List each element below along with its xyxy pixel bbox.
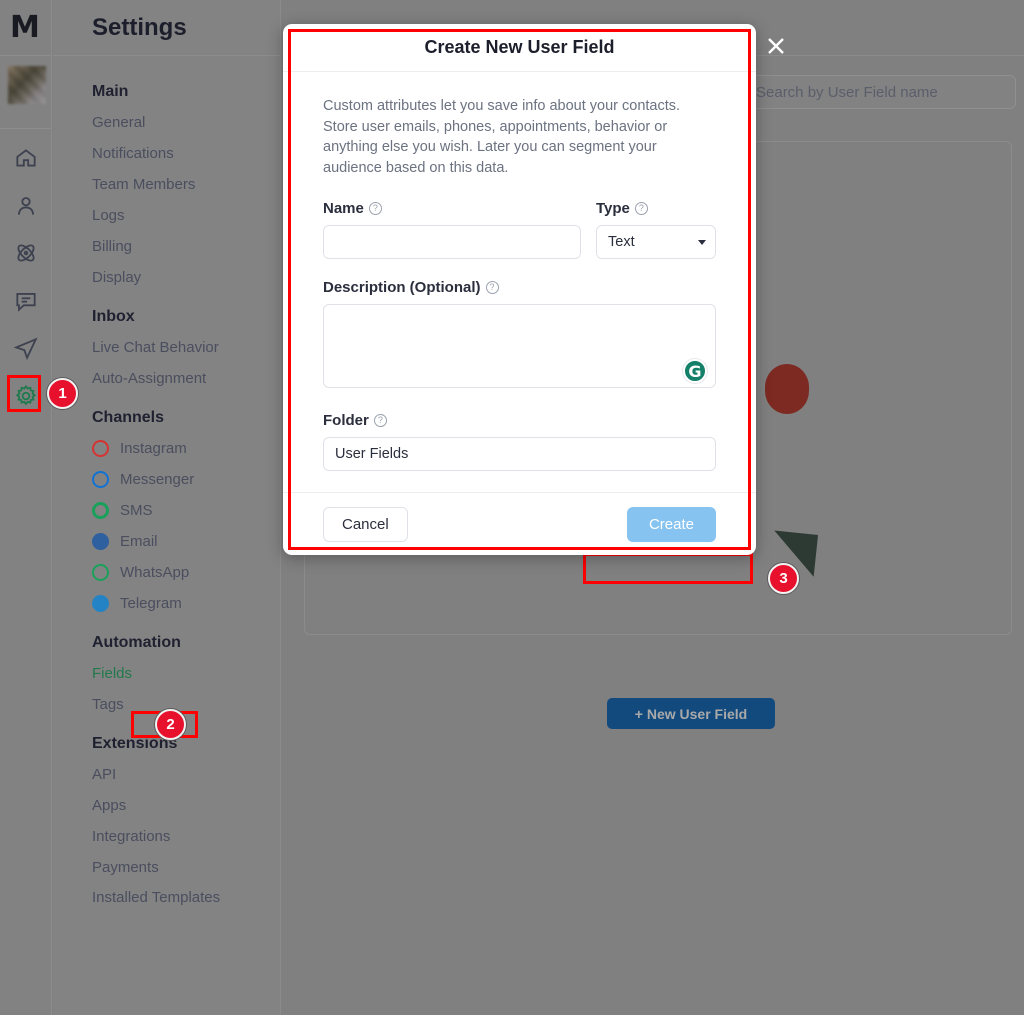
modal-title: Create New User Field bbox=[283, 24, 756, 72]
nav-group-channels: Channels bbox=[92, 409, 165, 426]
sidebar-item-messenger[interactable]: Messenger bbox=[53, 464, 281, 495]
settings-nav-list: Main General Notifications Team Members … bbox=[53, 76, 281, 909]
nav-group-inbox: Inbox bbox=[92, 308, 135, 325]
home-icon[interactable] bbox=[10, 142, 42, 174]
sidebar-item-label: Email bbox=[120, 533, 158, 550]
sms-icon bbox=[92, 502, 109, 519]
annotation-badge-3: 3 bbox=[768, 563, 799, 594]
sidebar-item-sms[interactable]: SMS bbox=[53, 495, 281, 526]
app-root: M Settings Main General Notifications Te… bbox=[0, 0, 1024, 1015]
name-label: Name ? bbox=[323, 200, 581, 217]
sidebar-item-logs[interactable]: Logs bbox=[53, 200, 281, 231]
sidebar-item-telegram[interactable]: Telegram bbox=[53, 588, 281, 619]
description-label: Description (Optional) ? bbox=[323, 279, 716, 296]
page-title: Settings bbox=[92, 14, 187, 41]
sidebar-item-fields[interactable]: Fields bbox=[53, 658, 281, 689]
avatar[interactable] bbox=[8, 66, 46, 104]
sidebar-item-live-chat-behavior[interactable]: Live Chat Behavior bbox=[53, 332, 281, 363]
contacts-icon[interactable] bbox=[10, 190, 42, 222]
folder-label-text: Folder bbox=[323, 412, 369, 429]
create-user-field-modal: Create New User Field Custom attributes … bbox=[283, 24, 756, 555]
sidebar-item-whatsapp[interactable]: WhatsApp bbox=[53, 557, 281, 588]
telegram-icon bbox=[92, 595, 109, 612]
sidebar-item-payments[interactable]: Payments bbox=[53, 852, 281, 883]
messenger-icon bbox=[92, 471, 109, 488]
search-input[interactable]: Search by User Field name bbox=[744, 75, 1016, 109]
annotation-badge-2: 2 bbox=[155, 709, 186, 740]
email-icon bbox=[92, 533, 109, 550]
gear-icon-highlight-box bbox=[7, 375, 41, 412]
sidebar-item-display[interactable]: Display bbox=[53, 262, 281, 293]
sidebar-item-instagram[interactable]: Instagram bbox=[53, 433, 281, 464]
name-field-group: Name ? bbox=[323, 200, 581, 259]
folder-field-group: Folder ? bbox=[323, 412, 716, 471]
sidebar-item-general[interactable]: General bbox=[53, 107, 281, 138]
name-input[interactable] bbox=[323, 225, 581, 259]
modal-body: Custom attributes let you save info abou… bbox=[283, 72, 756, 471]
create-button[interactable]: Create bbox=[626, 506, 716, 542]
sidebar-item-billing[interactable]: Billing bbox=[53, 231, 281, 262]
description-textarea[interactable] bbox=[323, 304, 716, 388]
close-icon[interactable] bbox=[763, 33, 789, 59]
live-chat-icon[interactable] bbox=[10, 285, 42, 317]
sidebar-divider bbox=[53, 55, 281, 56]
nav-group-main: Main bbox=[92, 83, 129, 100]
empty-state-illustration bbox=[765, 364, 809, 414]
modal-footer: Cancel Create bbox=[283, 492, 756, 555]
new-user-field-button[interactable]: + New User Field bbox=[607, 698, 775, 729]
type-field-group: Type ? Text bbox=[596, 200, 716, 259]
whatsapp-icon bbox=[92, 564, 109, 581]
rail-divider-top bbox=[0, 55, 52, 56]
sidebar-item-team-members[interactable]: Team Members bbox=[53, 169, 281, 200]
sidebar-item-api[interactable]: API bbox=[53, 759, 281, 790]
instagram-icon bbox=[92, 440, 109, 457]
folder-input[interactable] bbox=[323, 437, 716, 471]
sidebar-item-notifications[interactable]: Notifications bbox=[53, 138, 281, 169]
type-label-text: Type bbox=[596, 200, 630, 217]
annotation-badge-1: 1 bbox=[47, 378, 78, 409]
help-icon[interactable]: ? bbox=[373, 414, 387, 427]
sidebar-item-auto-assignment[interactable]: Auto-Assignment bbox=[53, 363, 281, 394]
sidebar-item-apps[interactable]: Apps bbox=[53, 790, 281, 821]
sidebar-item-label: Telegram bbox=[120, 595, 182, 612]
sidebar-item-label: SMS bbox=[120, 502, 153, 519]
nav-group-automation: Automation bbox=[92, 634, 181, 651]
chevron-down-icon bbox=[698, 240, 706, 245]
description-field-group: Description (Optional) ? G bbox=[323, 279, 716, 393]
help-icon[interactable]: ? bbox=[634, 202, 648, 215]
rail-divider-bottom bbox=[0, 128, 52, 129]
folder-label: Folder ? bbox=[323, 412, 716, 429]
type-label: Type ? bbox=[596, 200, 716, 217]
sidebar-item-installed-templates[interactable]: Installed Templates bbox=[53, 883, 281, 909]
help-icon[interactable]: ? bbox=[368, 202, 382, 215]
name-label-text: Name bbox=[323, 200, 364, 217]
brand-logo[interactable]: M bbox=[10, 12, 44, 44]
broadcast-icon[interactable] bbox=[10, 332, 42, 364]
sidebar-item-integrations[interactable]: Integrations bbox=[53, 821, 281, 852]
modal-description: Custom attributes let you save info abou… bbox=[323, 98, 681, 176]
type-select-wrap: Text bbox=[596, 225, 716, 259]
settings-sidebar: Settings Main General Notifications Team… bbox=[53, 0, 281, 1015]
description-label-text: Description (Optional) bbox=[323, 279, 481, 296]
grammarly-icon[interactable]: G bbox=[683, 359, 707, 383]
sidebar-item-label: WhatsApp bbox=[120, 564, 190, 581]
primary-icon-rail: M bbox=[0, 0, 52, 1015]
cancel-button[interactable]: Cancel bbox=[323, 506, 408, 542]
sidebar-item-email[interactable]: Email bbox=[53, 526, 281, 557]
help-icon[interactable]: ? bbox=[485, 281, 499, 294]
automation-icon[interactable] bbox=[10, 237, 42, 269]
sidebar-item-label: Instagram bbox=[120, 440, 187, 457]
sidebar-item-label: Messenger bbox=[120, 471, 195, 488]
name-type-row: Name ? Type ? Text bbox=[323, 200, 716, 259]
